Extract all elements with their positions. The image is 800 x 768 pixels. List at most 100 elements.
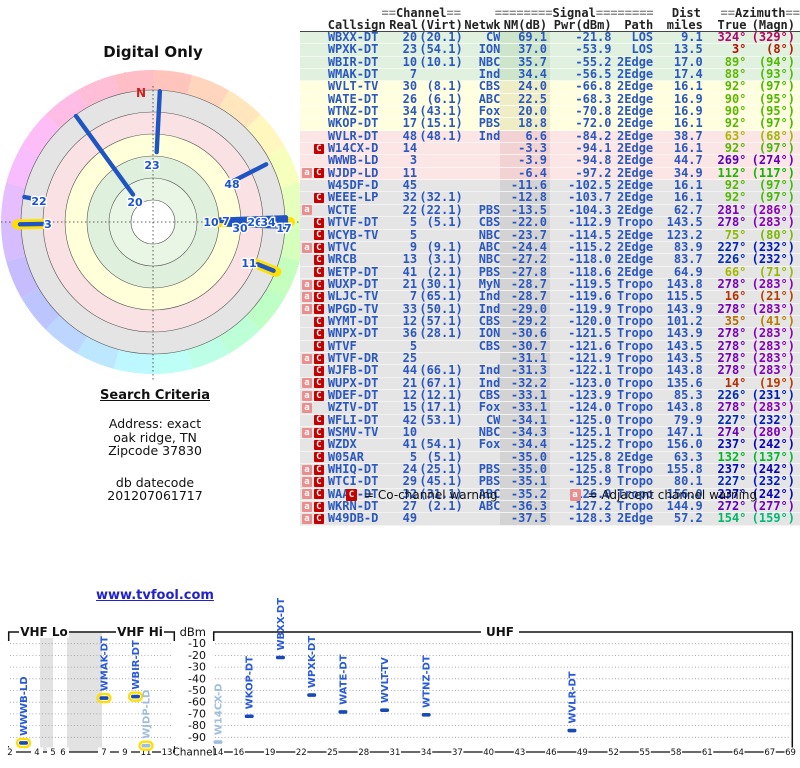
adjacent-channel-icon: a [301,205,312,216]
path: Tropo [617,400,654,415]
channel-tick-label: 34 [421,748,432,758]
co-channel-icon: C [313,415,324,426]
adjacent-channel-icon: a [301,464,312,475]
co-channel-icon: C [313,390,324,401]
db-datecode-value: 201207061717 [107,488,203,503]
network: NBC [478,252,501,267]
path: Tropo [617,326,654,341]
callsign: WPXK-DT [327,42,379,57]
power-dbm: -122.1 [568,363,612,378]
power-dbm: -124.0 [568,400,612,415]
virtual-channel: (65.1) [419,289,463,304]
channel-tick-label: 28 [358,748,369,758]
adjacent-channel-icon: a [301,477,312,488]
path: Tropo [617,363,654,378]
co-channel-icon: C [313,365,324,376]
noise-margin: -30.6 [500,327,550,340]
virtual-channel [417,168,463,179]
path: Tropo [617,437,654,452]
co-channel-icon: C [346,489,357,501]
spoke-channel-label: 3 [44,218,52,231]
station-label: WVLT-TV [380,657,391,703]
channel-tick-label: 4 [34,748,39,758]
distance-miles: 143.5 [666,215,703,230]
distance-miles: 13.5 [673,42,703,57]
adjacent-channel-icon: a [301,304,312,315]
azimuth-true: 226° [717,252,747,267]
callsign: WTVF-DT [327,215,379,230]
co-channel-icon: C [313,440,324,451]
power-dbm: -112.9 [568,215,612,230]
channel-tick-label: 13 [162,748,173,758]
callsign: WJFB-DT [327,363,379,378]
path: Tropo [617,289,654,304]
co-channel-icon: C [313,279,324,290]
power-dbm: -53.9 [575,42,612,57]
noise-margin: -27.2 [500,253,550,266]
azimuth-true: 3° [731,42,747,57]
real-channel: 15 [402,400,418,415]
co-channel-icon: C [313,464,324,475]
band-gap [67,632,102,752]
signal-mark [131,694,140,699]
virtual-channel: (66.1) [419,363,463,378]
noise-margin: -34.4 [500,438,550,451]
azimuth-magnetic: (159°) [751,511,795,526]
channel-tick-label: 5 [50,748,55,758]
co-channel-icon: C [313,501,324,512]
real-channel: 36 [402,326,418,341]
distance-miles: 115.5 [666,289,703,304]
page-title: Digital Only [103,43,203,61]
path: 2Edge [617,252,654,267]
path: 2Edge [617,511,654,526]
channel-tick-label: 40 [483,748,494,758]
path: Tropo [617,215,654,230]
virtual-channel: (17.1) [419,400,463,415]
azimuth-magnetic: (232°) [751,252,795,267]
co-channel-icon: C [313,514,324,525]
search-criteria-heading: Search Criteria [100,388,210,403]
signal-mark [380,708,390,712]
signal-mark [244,714,254,719]
azimuth-magnetic: (21°) [758,289,795,304]
channel-tick-label: 25 [327,748,338,758]
network [463,155,501,166]
adjacent-channel-icon: a [301,168,312,179]
co-channel-icon: C [313,452,324,463]
virtual-channel: (2.1) [426,499,463,514]
virtual-channel: (5.1) [426,215,463,230]
signal-mark [307,693,317,697]
noise-margin: -31.3 [500,364,550,377]
azimuth-magnetic: (283°) [751,326,795,341]
adjacent-channel-icon: a [301,279,312,290]
virtual-channel: (54.1) [419,42,463,57]
real-channel: 7 [409,289,418,304]
channel-tick-label: 22 [296,748,307,758]
noise-margin: -22.0 [500,216,550,229]
power-dbm: -128.3 [568,511,612,526]
virtual-channel [417,513,463,524]
adjacent-channel-icon: a [301,402,312,413]
azimuth-magnetic: (283°) [751,363,795,378]
spoke-channel-label: 10 [203,216,219,229]
network: Ind [478,363,501,378]
station-label: W14CX-D [214,683,225,735]
network [463,143,501,154]
adjacent-channel-icon: a [301,501,312,512]
channel-tick-label: 6 [60,748,65,758]
adjacent-channel-icon: a [301,427,312,438]
channel-tick-label: 52 [608,748,619,758]
spoke-channel-label: 22 [31,195,46,208]
power-dbm: -125.2 [568,437,612,452]
distance-miles: 156.0 [666,437,703,452]
dbm-tick-label: -90 [188,731,206,744]
signal-mark [421,713,431,717]
vhf-hi-label: VHF Hi [117,625,163,639]
azimuth-true: 154° [717,511,747,526]
azimuth-magnetic: (242°) [751,437,795,452]
network: CBS [478,215,501,230]
adjacent-channel-icon: a [569,489,581,501]
network: ION [478,326,501,341]
adjacent-channel-icon: a [301,390,312,401]
noise-margin: -37.5 [500,512,550,525]
